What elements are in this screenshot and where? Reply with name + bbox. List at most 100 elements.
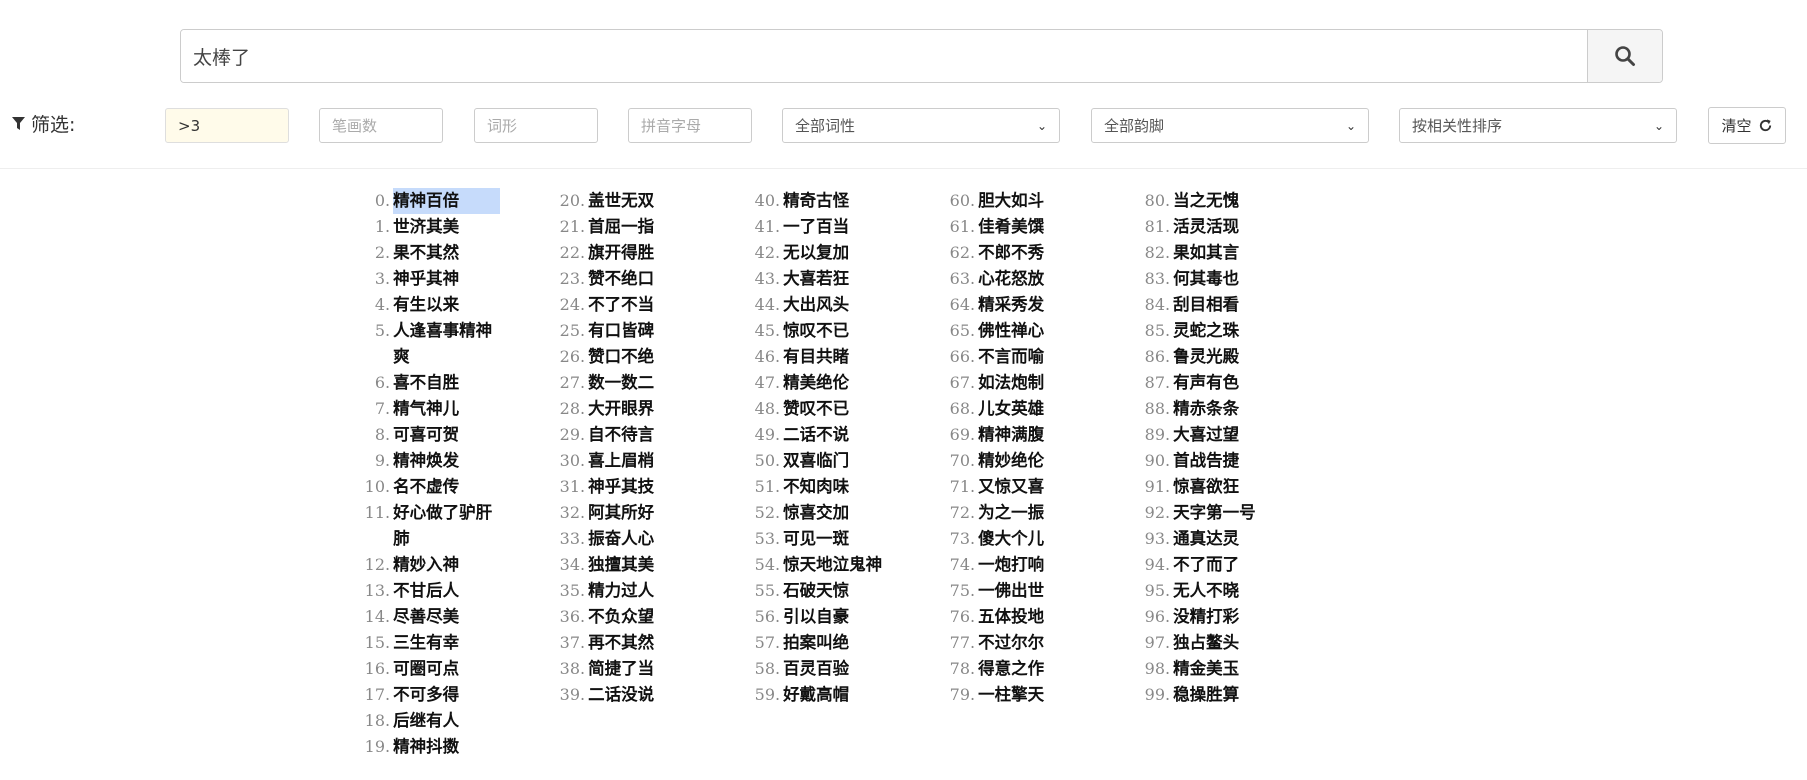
result-word[interactable]: 通真达灵 [1173, 526, 1280, 552]
result-item[interactable]: 45. 惊叹不已 [745, 318, 890, 344]
result-word[interactable]: 可见一斑 [783, 526, 890, 552]
result-word[interactable]: 拍案叫绝 [783, 630, 890, 656]
result-word[interactable]: 有生以来 [393, 292, 500, 318]
result-item[interactable]: 76. 五体投地 [940, 604, 1085, 630]
result-item[interactable]: 36. 不负众望 [550, 604, 695, 630]
result-item[interactable]: 87. 有声有色 [1135, 370, 1280, 396]
result-item[interactable]: 24. 不了不当 [550, 292, 695, 318]
result-item[interactable]: 5. 人逢喜事精神爽 [355, 318, 500, 370]
result-item[interactable]: 37. 再不其然 [550, 630, 695, 656]
result-word[interactable]: 不知肉味 [783, 474, 890, 500]
result-item[interactable]: 91. 惊喜欲狂 [1135, 474, 1280, 500]
result-item[interactable]: 21. 首屈一指 [550, 214, 695, 240]
result-word[interactable]: 数一数二 [588, 370, 695, 396]
pos-select[interactable]: 全部词性 ⌄ [782, 108, 1060, 143]
result-word[interactable]: 精神百倍 [393, 188, 500, 214]
result-word[interactable]: 五体投地 [978, 604, 1085, 630]
result-word[interactable]: 人逢喜事精神爽 [393, 318, 500, 370]
result-word[interactable]: 精妙入神 [393, 552, 500, 578]
result-word[interactable]: 大喜若狂 [783, 266, 890, 292]
result-word[interactable]: 有声有色 [1173, 370, 1280, 396]
result-word[interactable]: 自不待言 [588, 422, 695, 448]
result-item[interactable]: 66. 不言而喻 [940, 344, 1085, 370]
result-item[interactable]: 7. 精气神儿 [355, 396, 500, 422]
result-item[interactable]: 69. 精神满腹 [940, 422, 1085, 448]
result-word[interactable]: 当之无愧 [1173, 188, 1280, 214]
result-word[interactable]: 果不其然 [393, 240, 500, 266]
result-item[interactable]: 74. 一炮打响 [940, 552, 1085, 578]
result-item[interactable]: 27. 数一数二 [550, 370, 695, 396]
result-item[interactable]: 33. 振奋人心 [550, 526, 695, 552]
result-item[interactable]: 20. 盖世无双 [550, 188, 695, 214]
result-item[interactable]: 92. 天字第一号 [1135, 500, 1280, 526]
strokes-filter-input[interactable] [319, 108, 443, 143]
result-word[interactable]: 佳肴美馔 [978, 214, 1085, 240]
result-item[interactable]: 55. 石破天惊 [745, 578, 890, 604]
result-item[interactable]: 43. 大喜若狂 [745, 266, 890, 292]
result-word[interactable]: 天字第一号 [1173, 500, 1280, 526]
result-item[interactable]: 77. 不过尔尔 [940, 630, 1085, 656]
result-word[interactable]: 神乎其技 [588, 474, 695, 500]
result-word[interactable]: 双喜临门 [783, 448, 890, 474]
result-word[interactable]: 精采秀发 [978, 292, 1085, 318]
result-item[interactable]: 23. 赞不绝口 [550, 266, 695, 292]
result-item[interactable]: 52. 惊喜交加 [745, 500, 890, 526]
result-word[interactable]: 首屈一指 [588, 214, 695, 240]
result-item[interactable]: 12. 精妙入神 [355, 552, 500, 578]
result-word[interactable]: 独擅其美 [588, 552, 695, 578]
result-word[interactable]: 有目共睹 [783, 344, 890, 370]
result-item[interactable]: 82. 果如其言 [1135, 240, 1280, 266]
result-word[interactable]: 旗开得胜 [588, 240, 695, 266]
result-word[interactable]: 精神抖擞 [393, 734, 500, 760]
result-word[interactable]: 果如其言 [1173, 240, 1280, 266]
result-item[interactable]: 78. 得意之作 [940, 656, 1085, 682]
result-word[interactable]: 精奇古怪 [783, 188, 890, 214]
result-word[interactable]: 不过尔尔 [978, 630, 1085, 656]
result-word[interactable]: 又惊又喜 [978, 474, 1085, 500]
result-word[interactable]: 一柱擎天 [978, 682, 1085, 708]
result-item[interactable]: 56. 引以自豪 [745, 604, 890, 630]
result-item[interactable]: 40. 精奇古怪 [745, 188, 890, 214]
result-item[interactable]: 99. 稳操胜算 [1135, 682, 1280, 708]
result-item[interactable]: 10. 名不虚传 [355, 474, 500, 500]
result-item[interactable]: 95. 无人不晓 [1135, 578, 1280, 604]
result-item[interactable]: 98. 精金美玉 [1135, 656, 1280, 682]
result-item[interactable]: 64. 精采秀发 [940, 292, 1085, 318]
result-word[interactable]: 儿女英雄 [978, 396, 1085, 422]
result-item[interactable]: 3. 神乎其神 [355, 266, 500, 292]
result-item[interactable]: 17. 不可多得 [355, 682, 500, 708]
result-word[interactable]: 盖世无双 [588, 188, 695, 214]
result-word[interactable]: 可喜可贺 [393, 422, 500, 448]
result-word[interactable]: 无以复加 [783, 240, 890, 266]
result-item[interactable]: 89. 大喜过望 [1135, 422, 1280, 448]
result-item[interactable]: 60. 胆大如斗 [940, 188, 1085, 214]
result-item[interactable]: 62. 不郎不秀 [940, 240, 1085, 266]
result-word[interactable]: 精赤条条 [1173, 396, 1280, 422]
result-item[interactable]: 81. 活灵活现 [1135, 214, 1280, 240]
result-word[interactable]: 精力过人 [588, 578, 695, 604]
result-word[interactable]: 惊喜交加 [783, 500, 890, 526]
rhyme-select[interactable]: 全部韵脚 ⌄ [1091, 108, 1369, 143]
result-word[interactable]: 得意之作 [978, 656, 1085, 682]
result-item[interactable]: 29. 自不待言 [550, 422, 695, 448]
result-word[interactable]: 名不虚传 [393, 474, 500, 500]
result-item[interactable]: 71. 又惊又喜 [940, 474, 1085, 500]
result-item[interactable]: 38. 简捷了当 [550, 656, 695, 682]
result-item[interactable]: 63. 心花怒放 [940, 266, 1085, 292]
result-word[interactable]: 精神满腹 [978, 422, 1085, 448]
result-item[interactable]: 85. 灵蛇之珠 [1135, 318, 1280, 344]
result-word[interactable]: 有口皆碑 [588, 318, 695, 344]
result-word[interactable]: 不了不当 [588, 292, 695, 318]
result-word[interactable]: 没精打彩 [1173, 604, 1280, 630]
result-item[interactable]: 57. 拍案叫绝 [745, 630, 890, 656]
result-word[interactable]: 不可多得 [393, 682, 500, 708]
result-item[interactable]: 70. 精妙绝伦 [940, 448, 1085, 474]
result-word[interactable]: 大出风头 [783, 292, 890, 318]
result-item[interactable]: 75. 一佛出世 [940, 578, 1085, 604]
result-word[interactable]: 不了而了 [1173, 552, 1280, 578]
result-word[interactable]: 好心做了驴肝肺 [393, 500, 500, 552]
result-word[interactable]: 二话没说 [588, 682, 695, 708]
result-word[interactable]: 不郎不秀 [978, 240, 1085, 266]
result-item[interactable]: 83. 何其毒也 [1135, 266, 1280, 292]
result-word[interactable]: 惊天地泣鬼神 [783, 552, 890, 578]
